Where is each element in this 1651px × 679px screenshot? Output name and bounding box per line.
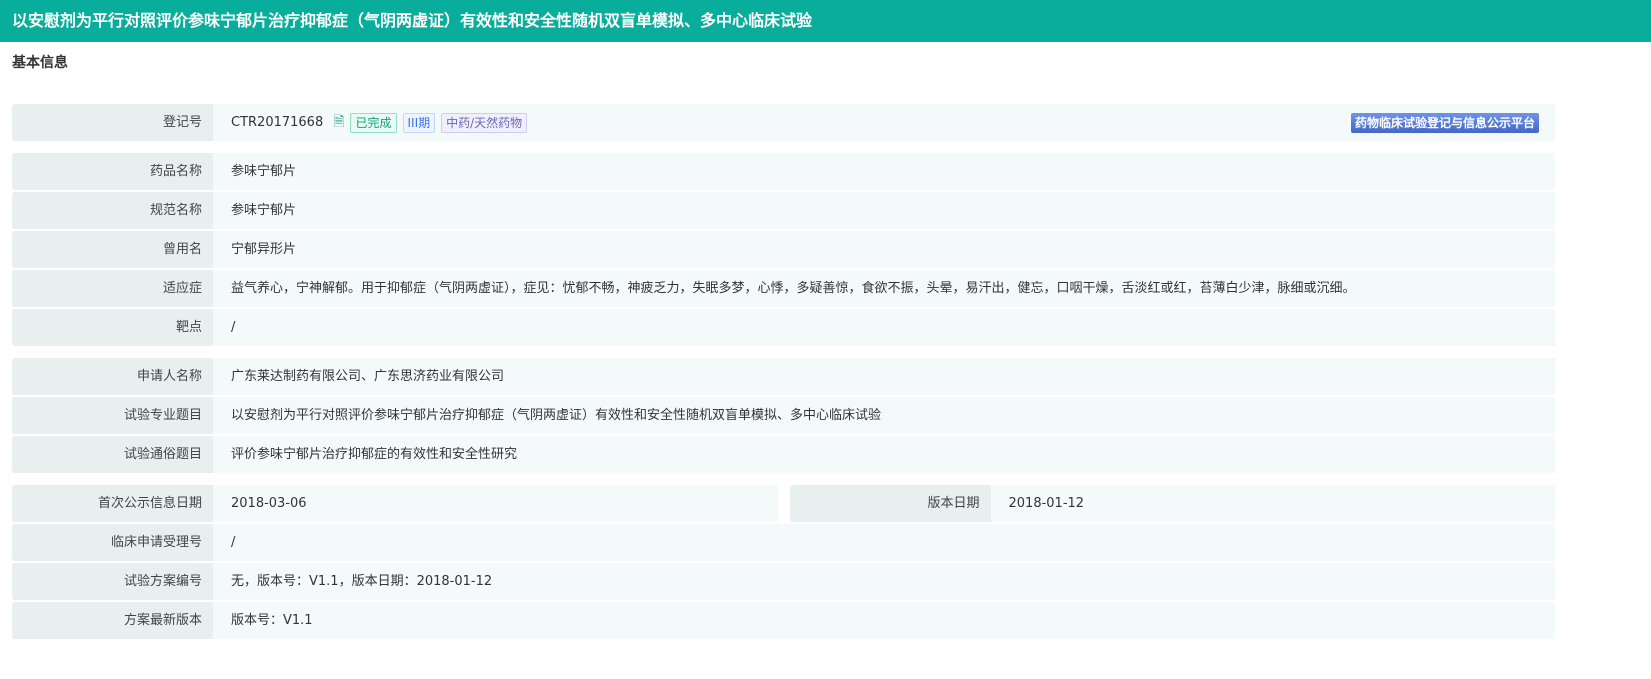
field-value: 2018-03-06: [213, 485, 778, 522]
field-label: 靶点: [12, 309, 213, 346]
registration-group: 登记号 CTR20171668 🗎 已完成 III期 中药/天然药物 药物临床试…: [12, 104, 1555, 141]
field-label: 试验通俗题目: [12, 436, 213, 473]
page-title: 以安慰剂为平行对照评价参味宁郁片治疗抑郁症（气阴两虚证）有效性和安全性随机双盲单…: [0, 0, 1651, 42]
info-row: 规范名称 参味宁郁片: [12, 192, 1555, 229]
field-value: 无，版本号：V1.1，版本日期：2018-01-12: [213, 563, 1555, 600]
info-row: 试验方案编号 无，版本号：V1.1，版本日期：2018-01-12: [12, 563, 1555, 600]
field-value: 参味宁郁片: [213, 153, 1555, 190]
field-label: 规范名称: [12, 192, 213, 229]
field-label: 临床申请受理号: [12, 524, 213, 561]
info-row: 试验专业题目 以安慰剂为平行对照评价参味宁郁片治疗抑郁症（气阴两虚证）有效性和安全…: [12, 397, 1555, 434]
field-value: 益气养心，宁神解郁。用于抑郁症（气阴两虚证），症见：忧郁不畅，神疲乏力，失眠多梦…: [213, 270, 1555, 307]
field-value: /: [213, 309, 1555, 346]
field-value: 广东莱达制药有限公司、广东思济药业有限公司: [213, 358, 1555, 395]
section-title: 基本信息: [12, 55, 68, 71]
registration-number: CTR20171668: [231, 115, 324, 130]
field-label: 方案最新版本: [12, 602, 213, 639]
field-label: 申请人名称: [12, 358, 213, 395]
field-value: /: [213, 524, 1555, 561]
field-label: 适应症: [12, 270, 213, 307]
phase-badge: III期: [402, 112, 436, 133]
category-badge: 中药/天然药物: [441, 112, 528, 133]
field-label: 试验方案编号: [12, 563, 213, 600]
info-row: 曾用名 宁郁异形片: [12, 231, 1555, 268]
field-value: 宁郁异形片: [213, 231, 1555, 268]
platform-link[interactable]: 药物临床试验登记与信息公示平台: [1350, 112, 1539, 133]
dates-group: 首次公示信息日期 2018-03-06 版本日期 2018-01-12 临床申请受理…: [12, 485, 1555, 639]
drug-group: 药品名称 参味宁郁片 规范名称 参味宁郁片 曾用名 宁郁异形片 适应症 益气养心，宁神解…: [12, 153, 1555, 346]
field-label: 首次公示信息日期: [12, 485, 213, 522]
field-value: 2018-01-12: [990, 485, 1555, 522]
info-row: 靶点 /: [12, 309, 1555, 346]
field-value: 以安慰剂为平行对照评价参味宁郁片治疗抑郁症（气阴两虚证）有效性和安全性随机双盲单…: [213, 397, 1555, 434]
status-badge: 已完成: [350, 112, 397, 133]
info-row: 临床申请受理号 /: [12, 524, 1555, 561]
info-row: 试验通俗题目 评价参味宁郁片治疗抑郁症的有效性和安全性研究: [12, 436, 1555, 473]
field-label: 药品名称: [12, 153, 213, 190]
info-row: 登记号 CTR20171668 🗎 已完成 III期 中药/天然药物 药物临床试…: [12, 104, 1555, 141]
field-value: 版本号：V1.1: [213, 602, 1555, 639]
info-row: 申请人名称 广东莱达制药有限公司、广东思济药业有限公司: [12, 358, 1555, 395]
field-label: 试验专业题目: [12, 397, 213, 434]
field-label: 曾用名: [12, 231, 213, 268]
field-value: 评价参味宁郁片治疗抑郁症的有效性和安全性研究: [213, 436, 1555, 473]
applicant-group: 申请人名称 广东莱达制药有限公司、广东思济药业有限公司 试验专业题目 以安慰剂为平行…: [12, 358, 1555, 473]
field-label: 登记号: [12, 104, 213, 141]
info-row: 首次公示信息日期 2018-03-06 版本日期 2018-01-12: [12, 485, 1555, 522]
info-row: 药品名称 参味宁郁片: [12, 153, 1555, 190]
field-value: CTR20171668 🗎 已完成 III期 中药/天然药物 药物临床试验登记与…: [213, 104, 1555, 141]
field-value: 参味宁郁片: [213, 192, 1555, 229]
info-row: 方案最新版本 版本号：V1.1: [12, 602, 1555, 639]
field-label: 版本日期: [789, 485, 991, 522]
info-row: 适应症 益气养心，宁神解郁。用于抑郁症（气阴两虚证），症见：忧郁不畅，神疲乏力，失…: [12, 270, 1555, 307]
document-icon[interactable]: 🗎: [333, 104, 344, 141]
